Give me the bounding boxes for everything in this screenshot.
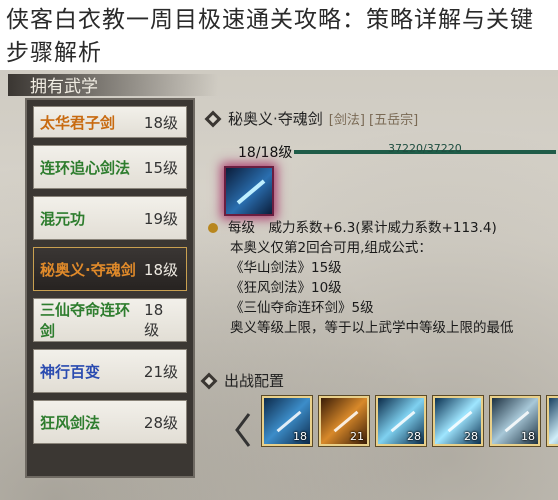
skill-level: 19级 xyxy=(143,209,178,228)
deploy-slot[interactable]: 18 xyxy=(489,395,541,447)
skill-level: 18级 xyxy=(144,300,164,339)
skill-level: 28级 xyxy=(143,413,178,432)
deploy-slots: 18 21 28 28 18 19 xyxy=(261,395,558,452)
sword-skill-icon xyxy=(224,166,274,216)
deploy-slot[interactable]: 18 xyxy=(261,395,313,447)
desc-line: 《华山剑法》15级 xyxy=(230,260,342,276)
slot-level: 28 xyxy=(407,430,421,443)
deploy-slot[interactable]: 19 xyxy=(546,395,558,447)
deploy-title: 出战配置 xyxy=(224,372,285,390)
page-title: 侠客白衣教一周目极速通关攻略：策略详解与关键步骤解析 xyxy=(6,7,534,66)
skill-name: 狂风剑法 xyxy=(40,413,101,432)
skill-item[interactable]: 狂风剑法 28级 xyxy=(33,400,187,444)
skill-level: 18级 xyxy=(143,113,178,132)
diamond-icon xyxy=(204,110,222,128)
skill-item[interactable]: 连环追心剑法 15级 xyxy=(33,145,187,189)
slot-level: 21 xyxy=(350,430,364,443)
skill-detail-name: 秘奥义·夺魂剑 xyxy=(228,110,323,128)
slot-level: 18 xyxy=(521,430,535,443)
skill-item[interactable]: 太华君子剑 18级 xyxy=(33,106,187,138)
skill-detail-tags: [剑法] [五岳宗] xyxy=(328,113,419,128)
skill-list: 太华君子剑 18级 连环追心剑法 15级 混元功 19级 秘奥义·夺魂剑 18级… xyxy=(25,98,195,478)
skill-item-selected[interactable]: 秘奥义·夺魂剑 18级 xyxy=(33,247,187,291)
skill-level: 15级 xyxy=(143,158,178,177)
skill-item[interactable]: 神行百变 21级 xyxy=(33,349,187,393)
owned-skills-title: 拥有武学 xyxy=(30,76,98,97)
slot-level: 18 xyxy=(293,430,307,443)
skill-level: 18级 xyxy=(143,260,178,279)
skill-name: 太华君子剑 xyxy=(40,113,116,132)
chevron-left-icon[interactable] xyxy=(233,410,253,450)
owned-skills-header: 拥有武学 xyxy=(8,70,218,98)
skill-name: 连环追心剑法 xyxy=(40,158,131,177)
desc-line: 《三仙夺命连环剑》5级 xyxy=(230,300,374,316)
desc-line: 奥义等级上限，等于以上武学中等级上限的最低 xyxy=(230,320,514,336)
desc-line: 本奥义仅第2回合可用,组成公式： xyxy=(230,240,432,256)
skill-detail-panel: 秘奥义·夺魂剑 [剑法] [五岳宗] 18/18级 37220/37220 每级… xyxy=(200,98,558,336)
diamond-icon xyxy=(200,372,218,390)
skill-detail-title: 秘奥义·夺魂剑 [剑法] [五岳宗] xyxy=(204,108,418,129)
skill-name: 神行百变 xyxy=(40,362,101,381)
exp-value: 37220/37220 xyxy=(388,142,462,155)
deploy-slot[interactable]: 28 xyxy=(375,395,427,447)
desc-line: 《狂风剑法》10级 xyxy=(230,280,342,296)
coin-icon xyxy=(208,223,218,233)
skill-description: 每级 威力系数+6.3(累计威力系数+113.4) 本奥义仅第2回合可用,组成公… xyxy=(208,218,558,338)
skill-detail-level: 18/18级 xyxy=(238,145,293,161)
skill-name: 混元功 xyxy=(40,209,86,228)
skill-name: 三仙夺命连环剑 xyxy=(40,301,131,340)
deploy-header: 出战配置 xyxy=(200,370,284,391)
deploy-slot[interactable]: 28 xyxy=(432,395,484,447)
slot-level: 28 xyxy=(464,430,478,443)
game-screen: 拥有武学 太华君子剑 18级 连环追心剑法 15级 混元功 19级 秘奥义·夺魂… xyxy=(0,70,558,500)
skill-name: 秘奥义·夺魂剑 xyxy=(40,260,136,279)
skill-item[interactable]: 混元功 19级 xyxy=(33,196,187,240)
skill-level: 21级 xyxy=(143,362,178,381)
desc-line: 每级 威力系数+6.3(累计威力系数+113.4) xyxy=(228,220,497,236)
skill-level-row: 18/18级 37220/37220 xyxy=(238,142,556,161)
deploy-slot[interactable]: 21 xyxy=(318,395,370,447)
skill-item[interactable]: 三仙夺命连环剑 18级 xyxy=(33,298,187,342)
